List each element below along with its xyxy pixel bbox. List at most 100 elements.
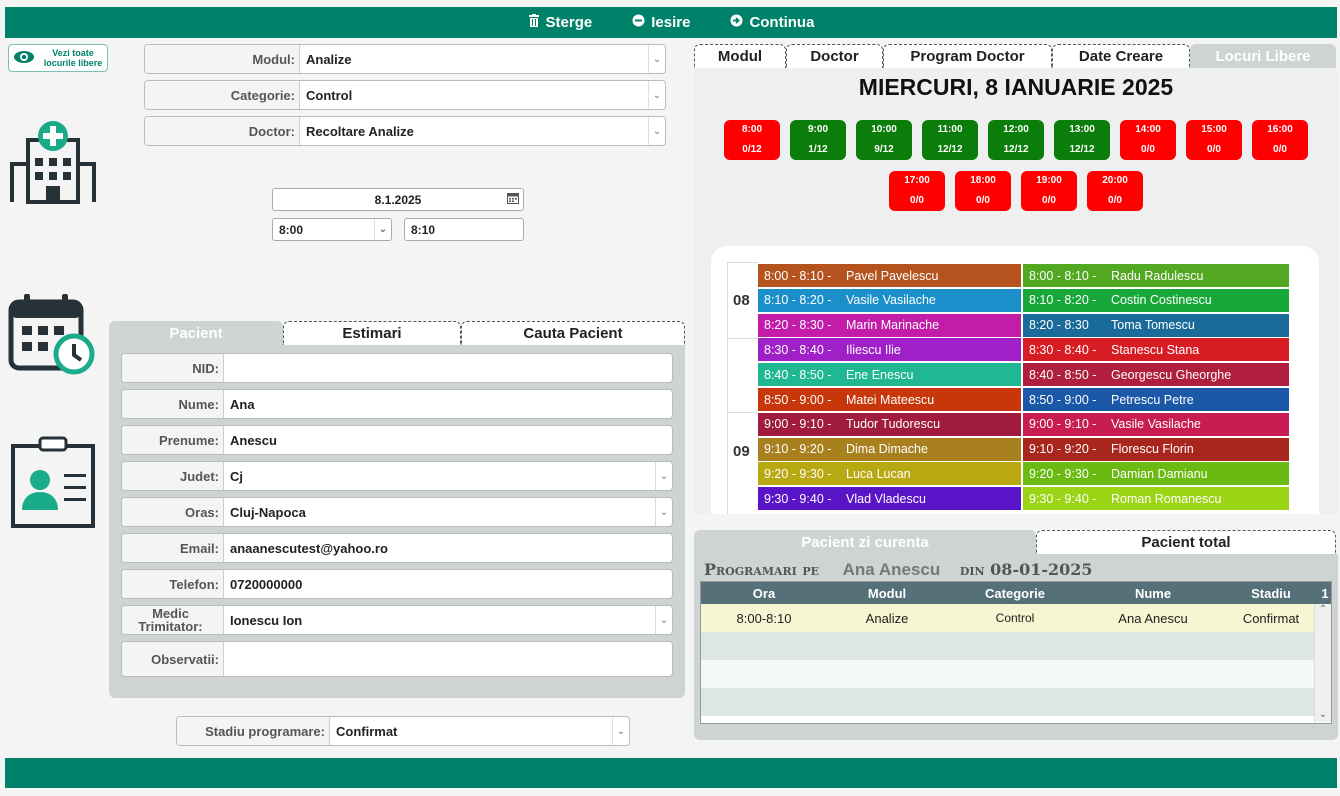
telefon-field[interactable]: Telefon: 0720000000 <box>121 569 673 599</box>
appointment-cell[interactable]: 8:30 - 8:40 - Stanescu Stana <box>1023 338 1289 362</box>
nid-field[interactable]: NID: <box>121 353 673 383</box>
judet-select[interactable]: Judet: Cj ⌄ <box>121 461 673 491</box>
time-slot[interactable]: 17:00 0/0 <box>889 171 945 211</box>
chevron-down-icon[interactable]: ⌄ <box>1315 709 1331 720</box>
time-slot[interactable]: 13:00 12/12 <box>1054 120 1110 160</box>
appointment-cell[interactable]: 8:00 - 8:10 - Radu Radulescu <box>1023 264 1289 287</box>
cell-time: 8:10 - 8:20 - <box>764 293 832 308</box>
tab-cauta-pacient[interactable]: Cauta Pacient <box>461 321 685 345</box>
stadiu-programare-select[interactable]: Stadiu programare: Confirmat ⌄ <box>176 716 630 746</box>
time-slot[interactable]: 18:00 0/0 <box>955 171 1011 211</box>
appointment-cell[interactable]: 9:30 - 9:40 - Vlad Vladescu <box>758 487 1021 511</box>
slot-count: 12/12 <box>1069 144 1095 155</box>
appointment-cell[interactable]: 8:20 - 8:30 Toma Tomescu <box>1023 313 1289 337</box>
appointment-cell[interactable]: 9:10 - 9:20 - Florescu Florin <box>1023 437 1289 461</box>
chevron-down-icon: ⌄ <box>648 81 665 109</box>
table-row-empty <box>701 688 1331 716</box>
date-input[interactable]: 8.1.2025 <box>272 188 524 211</box>
prenume-value: Anescu <box>230 432 277 448</box>
time-slot[interactable]: 12:00 12/12 <box>988 120 1044 160</box>
cell-time: 9:20 - 9:30 - <box>764 466 832 481</box>
prenume-field[interactable]: Prenume: Anescu <box>121 425 673 455</box>
time-slot[interactable]: 8:00 0/12 <box>724 120 780 160</box>
chevron-down-icon: ⌄ <box>655 462 672 490</box>
cell-patient-name: Georgescu Gheorghe <box>1111 367 1232 382</box>
observatii-field[interactable]: Observatii: <box>121 641 673 677</box>
tab-pacient-total[interactable]: Pacient total <box>1036 530 1336 554</box>
time-slot[interactable]: 19:00 0/0 <box>1021 171 1077 211</box>
tab-date-creare[interactable]: Date Creare <box>1052 44 1190 68</box>
tab-estimari[interactable]: Estimari <box>283 321 461 345</box>
time-slot[interactable]: 20:00 0/0 <box>1087 171 1143 211</box>
categorie-select[interactable]: Categorie: Control ⌄ <box>144 80 666 110</box>
appointment-cell[interactable]: 8:40 - 8:50 - Ene Enescu <box>758 363 1021 387</box>
slot-time: 19:00 <box>1036 175 1062 186</box>
doctor-select[interactable]: Doctor: Recoltare Analize ⌄ <box>144 116 666 146</box>
time-from-select[interactable]: 8:00 ⌄ <box>272 218 392 241</box>
appointment-cell[interactable]: 8:20 - 8:30 - Marin Marinache <box>758 313 1021 337</box>
appointment-cell[interactable]: 8:50 - 9:00 - Matei Mateescu <box>758 388 1021 411</box>
slot-count: 0/0 <box>1042 195 1056 206</box>
appointment-cell[interactable]: 8:40 - 8:50 - Georgescu Gheorghe <box>1023 363 1289 387</box>
cell-patient-name: Toma Tomescu <box>1111 318 1195 333</box>
time-slot[interactable]: 9:00 1/12 <box>790 120 846 160</box>
nid-value <box>224 354 672 382</box>
slot-time: 16:00 <box>1267 124 1293 135</box>
table-scrollbar[interactable]: ⌃ ⌄ <box>1314 604 1331 722</box>
oras-select[interactable]: Oras: Cluj-Napoca ⌄ <box>121 497 673 527</box>
table-row[interactable]: 8:00-8:10 Analize Control Ana Anescu Con… <box>701 604 1331 632</box>
sterge-button[interactable]: Sterge <box>528 14 592 31</box>
cell-patient-name: Vlad Vladescu <box>846 491 926 506</box>
cell-ora: 8:00-8:10 <box>736 610 792 626</box>
time-slot[interactable]: 14:00 0/0 <box>1120 120 1176 160</box>
tab-modul[interactable]: Modul <box>694 44 786 68</box>
tab-pacient[interactable]: Pacient <box>109 321 283 345</box>
appointment-cell[interactable]: 8:10 - 8:20 - Vasile Vasilache <box>758 288 1021 312</box>
tab-doctor[interactable]: Doctor <box>786 44 883 68</box>
hour-label: 09 <box>733 443 750 460</box>
vezi-label: Vezi toate locurile libere <box>43 48 103 68</box>
appointment-cell[interactable]: 8:00 - 8:10 - Pavel Pavelescu <box>758 264 1021 287</box>
categorie-value: Control <box>306 87 353 103</box>
email-field[interactable]: Email: anaanescutest@yahoo.ro <box>121 533 673 563</box>
appointment-cell[interactable]: 9:00 - 9:10 - Tudor Tudorescu <box>758 412 1021 436</box>
time-slot[interactable]: 11:00 12/12 <box>922 120 978 160</box>
cell-time: 9:10 - 9:20 - <box>764 442 832 457</box>
chevron-up-icon[interactable]: ⌃ <box>1315 604 1331 615</box>
modul-select[interactable]: Modul: Analize ⌄ <box>144 44 666 74</box>
time-slot[interactable]: 15:00 0/0 <box>1186 120 1242 160</box>
slot-time: 9:00 <box>807 124 828 135</box>
vezi-locuri-libere-button[interactable]: Vezi toate locurile libere <box>8 44 108 72</box>
appointment-cell[interactable]: 8:30 - 8:40 - Iliescu Ilie <box>758 338 1021 362</box>
continua-button[interactable]: Continua <box>730 14 814 31</box>
appointment-cell[interactable]: 8:10 - 8:20 - Costin Costinescu <box>1023 288 1289 312</box>
time-slot[interactable]: 10:00 9/12 <box>856 120 912 160</box>
appointment-cell[interactable]: 9:10 - 9:20 - Dima Dimache <box>758 437 1021 461</box>
nume-label: Nume: <box>122 390 224 418</box>
chevron-down-icon: ⌄ <box>655 606 672 634</box>
appointment-cell[interactable]: 9:20 - 9:30 - Luca Lucan <box>758 462 1021 486</box>
slot-count: 12/12 <box>937 144 963 155</box>
tab-pacient-zi-curenta[interactable]: Pacient zi curenta <box>694 530 1036 554</box>
appointment-cell[interactable]: 8:50 - 9:00 - Petrescu Petre <box>1023 388 1289 411</box>
cell-patient-name: Marin Marinache <box>846 318 940 333</box>
slot-time: 11:00 <box>937 124 963 135</box>
cell-time: 9:20 - 9:30 - <box>1029 466 1097 481</box>
observatii-value <box>224 642 672 676</box>
time-to-input[interactable]: 8:10 <box>404 218 524 241</box>
calendar-icon[interactable] <box>507 192 519 207</box>
nume-field[interactable]: Nume: Ana <box>121 389 673 419</box>
appointment-cell[interactable]: 9:20 - 9:30 - Damian Damianu <box>1023 462 1289 486</box>
chevron-down-icon: ⌄ <box>648 45 665 73</box>
prog-prefix: Programari pe <box>704 560 820 579</box>
tab-program-doctor[interactable]: Program Doctor <box>883 44 1052 68</box>
medic-trimitator-select[interactable]: Medic Trimitator: Ionescu Ion ⌄ <box>121 605 673 635</box>
appointment-cell[interactable]: 9:30 - 9:40 - Roman Romanescu <box>1023 487 1289 511</box>
appointment-cell[interactable]: 9:00 - 9:10 - Vasile Vasilache <box>1023 412 1289 436</box>
telefon-label: Telefon: <box>122 570 224 598</box>
time-slot[interactable]: 16:00 0/0 <box>1252 120 1308 160</box>
iesire-button[interactable]: Iesire <box>632 14 690 31</box>
telefon-value: 0720000000 <box>230 576 303 592</box>
tab-locuri-libere[interactable]: Locuri Libere <box>1190 44 1336 68</box>
slot-count: 12/12 <box>1003 144 1029 155</box>
